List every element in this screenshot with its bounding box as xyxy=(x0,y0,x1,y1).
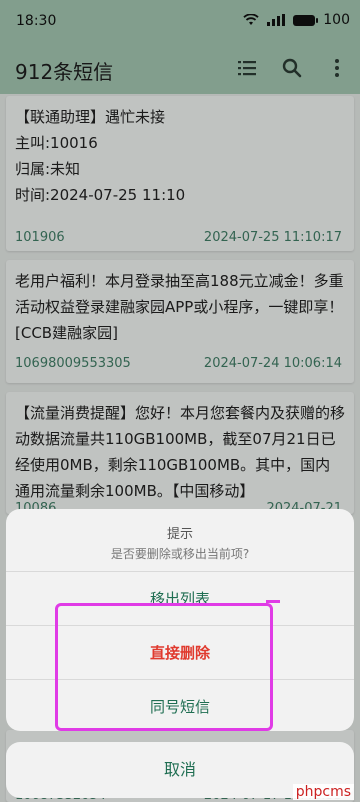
dialog-title: 提示 xyxy=(166,527,193,542)
dialog-subtitle: 是否要删除或移出当前项? xyxy=(110,547,250,561)
highlight-annotation xyxy=(55,600,280,731)
watermark: phpcms xyxy=(292,784,354,800)
